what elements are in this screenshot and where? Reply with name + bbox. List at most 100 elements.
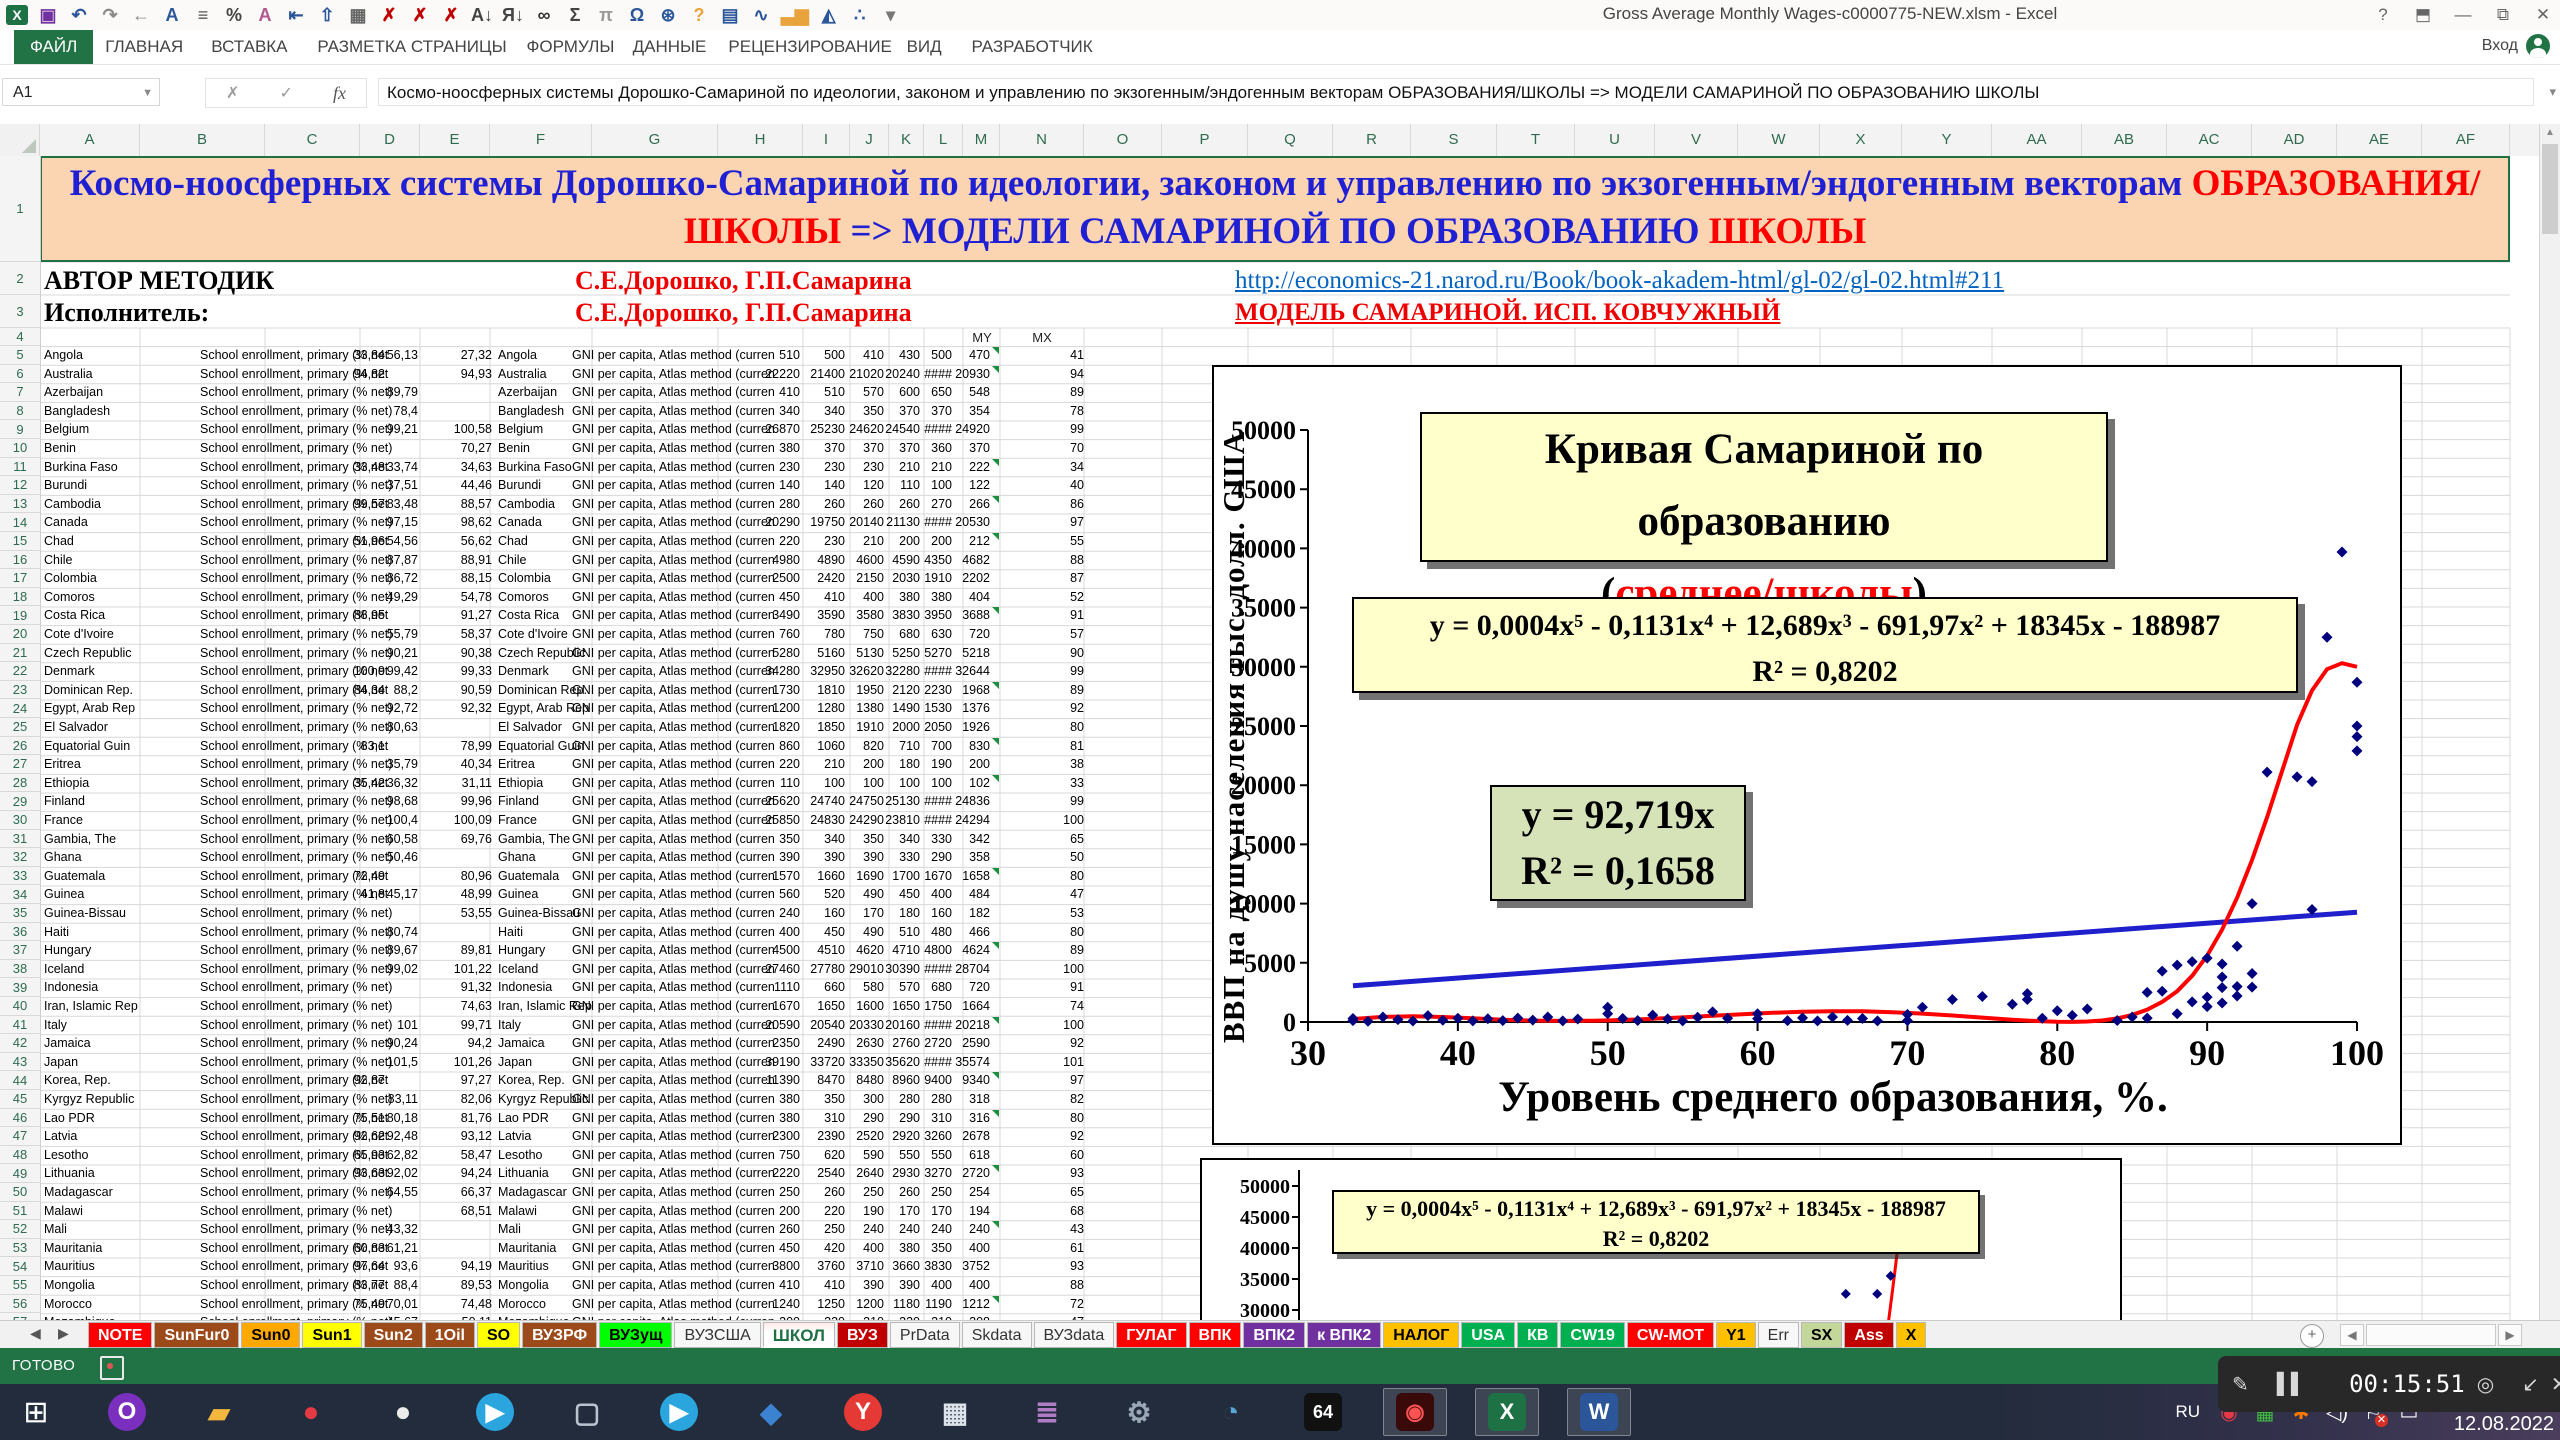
formula-input[interactable]: Космо-ноосферных системы Дорошко-Самарин… [378,78,2534,106]
cell-value-f[interactable]: 58,37 [420,625,492,644]
cell-value-f[interactable]: 78,99 [420,737,492,756]
ribbon-tab-формулы[interactable]: ФОРМУЛЫ [511,30,631,64]
column-header-G[interactable]: G [592,124,718,156]
row-header-30[interactable]: 30 [0,811,40,830]
cell-value-k[interactable]: 210 [884,458,920,477]
cell-country[interactable]: Comoros [44,588,95,607]
delete-rows-icon[interactable]: ✗ [409,3,431,27]
pi-icon[interactable]: π [595,3,617,27]
cell-value-mx[interactable]: 65 [1040,1183,1084,1202]
cell-country[interactable]: Italy [44,1016,67,1035]
sheet-tab-Ass[interactable]: Ass [1844,1322,1893,1348]
cell-value-f[interactable]: 91,32 [420,978,492,997]
cell-value-mx[interactable]: 93 [1040,1257,1084,1276]
cell-value-mx[interactable]: 68 [1040,1202,1084,1221]
cell-value-i[interactable]: 140 [800,476,845,495]
cell-value-my[interactable]: 20930 [940,365,990,384]
cell-value-mx[interactable]: 80 [1040,867,1084,886]
cell-country[interactable]: Guatemala [44,867,105,886]
cell-value-h[interactable]: 25620 [728,792,800,811]
poly-equation-box[interactable]: y = 0,0004x⁵ - 0,1131x⁴ + 12,689x³ - 691… [1352,597,2298,693]
cell-country-2[interactable]: Mauritania [498,1239,556,1258]
taskbar-opera-icon[interactable]: O [95,1388,159,1436]
row-header-57[interactable]: 57 [0,1313,40,1320]
cell-value-d[interactable]: 97,15 [340,513,418,532]
cell-country[interactable]: Kyrgyz Republic [44,1090,134,1109]
cell-value-my[interactable]: 618 [940,1146,990,1165]
excel-logo[interactable]: X [6,5,28,25]
cell-value-i[interactable]: 4890 [800,551,845,570]
cell-value-d[interactable]: 88,4 [340,1276,418,1295]
cell-value-my[interactable]: 404 [940,588,990,607]
cell-value-i[interactable]: 27780 [800,960,845,979]
cell-value-i[interactable]: 510 [800,383,845,402]
cell-value-h[interactable]: 25850 [728,811,800,830]
cell-value-f[interactable]: 40,34 [420,755,492,774]
cell-value-j[interactable]: 210 [846,532,884,551]
cell-value-mx[interactable]: 70 [1040,439,1084,458]
cell-value-j[interactable]: 370 [846,439,884,458]
cell-value-j[interactable]: 21020 [846,365,884,384]
cell-value-my[interactable]: 266 [940,495,990,514]
sheet-title-cell[interactable]: Космо-ноосферных системы Дорошко-Самарин… [40,156,2510,262]
cell-country[interactable]: Ghana [44,848,82,867]
close-button[interactable]: ✕ [2530,5,2556,25]
cell-value-d[interactable]: 62,82 [340,1146,418,1165]
cell-country-2[interactable]: Bangladesh [498,402,564,421]
cell-value-mx[interactable]: 57 [1040,625,1084,644]
cell-value-d[interactable]: 80,18 [340,1109,418,1128]
cell-value-mx[interactable]: 61 [1040,1239,1084,1258]
cell-country-2[interactable]: Malawi [498,1202,537,1221]
cell-value-f[interactable]: 81,76 [420,1109,492,1128]
cell-value-i[interactable]: 33720 [800,1053,845,1072]
column-header-AA[interactable]: AA [1992,124,2082,156]
cell-value-my[interactable]: 4682 [940,551,990,570]
row-header-37[interactable]: 37 [0,941,40,960]
cell-value-h[interactable]: 250 [728,1183,800,1202]
cell-country[interactable]: Chad [44,532,74,551]
column-header-L[interactable]: L [924,124,963,156]
cell-value-my[interactable]: 1212 [940,1295,990,1314]
cell-value-i[interactable]: 250 [800,1220,845,1239]
cell-country-2[interactable]: Hungary [498,941,545,960]
cell-value-j[interactable]: 400 [846,588,884,607]
cell-value-h[interactable]: 39190 [728,1053,800,1072]
cell-value-my[interactable]: 3688 [940,606,990,625]
cell-value-k[interactable]: 2760 [884,1034,920,1053]
cell-value-k[interactable]: 570 [884,978,920,997]
cell-value-k[interactable]: 260 [884,495,920,514]
cell-value-j[interactable]: 2630 [846,1034,884,1053]
sheet-tab-Skdata[interactable]: Skdata [962,1322,1032,1348]
cell-value-c[interactable]: 92,87 [265,1071,385,1090]
cell-value-k[interactable]: 290 [884,1109,920,1128]
cell-value-f[interactable]: 82,06 [420,1090,492,1109]
row-header-33[interactable]: 33 [0,867,40,886]
cell-country-2[interactable]: Jamaica [498,1034,545,1053]
cell-value-k[interactable]: 2000 [884,718,920,737]
row-header-18[interactable]: 18 [0,588,40,607]
cell-value-h[interactable]: 200 [728,1202,800,1221]
cell-value-j[interactable]: 120 [846,476,884,495]
cell-country-2[interactable]: Guinea [498,885,538,904]
cell-value-k[interactable]: 380 [884,1239,920,1258]
cell-value-j[interactable]: 170 [846,904,884,923]
cell-country[interactable]: Malawi [44,1202,83,1221]
cell-value-mx[interactable]: 99 [1040,420,1084,439]
cell-country-2[interactable]: Mauritius [498,1257,549,1276]
cell-country-2[interactable]: Benin [498,439,530,458]
cell-value-h[interactable]: 140 [728,476,800,495]
cell-value-i[interactable]: 2390 [800,1127,845,1146]
cell-value-h[interactable]: 34280 [728,662,800,681]
cell-value-h[interactable]: 26870 [728,420,800,439]
cell-country[interactable]: Lithuania [44,1164,95,1183]
cell-value-h[interactable]: 350 [728,830,800,849]
cell-value-h[interactable]: 5280 [728,644,800,663]
chart-help-icon[interactable]: ? [688,3,710,27]
column-header-B[interactable]: B [140,124,265,156]
cell-value-i[interactable]: 500 [800,346,845,365]
cell-value-f[interactable]: 27,32 [420,346,492,365]
sheet-tab-Err[interactable]: Err [1758,1322,1799,1348]
cell-value-my[interactable]: 830 [940,737,990,756]
cell-value-mx[interactable]: 74 [1040,997,1084,1016]
row-header-13[interactable]: 13 [0,495,40,514]
